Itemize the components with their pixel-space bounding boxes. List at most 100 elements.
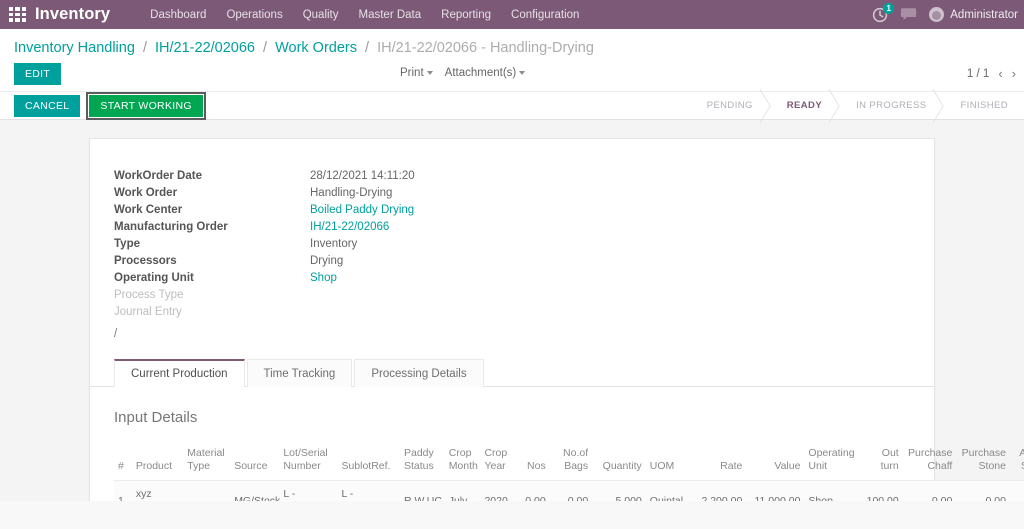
menu-item-dashboard[interactable]: Dashboard	[140, 2, 216, 28]
table-cell[interactable]: MG/Stock	[230, 481, 279, 501]
table-cell[interactable]: L - 0000031/5	[337, 481, 400, 501]
table-column-header[interactable]: Crop Month	[445, 442, 481, 481]
table-column-header[interactable]: Operating Unit	[804, 442, 858, 481]
table-column-header[interactable]: Rate	[693, 442, 747, 481]
form-fields-group: WorkOrder Date28/12/2021 14:11:20Work Or…	[90, 139, 934, 340]
apps-grid-icon[interactable]	[9, 7, 26, 22]
table-column-header[interactable]: Actual Stone	[1010, 442, 1024, 481]
start-working-highlight: Start Working	[86, 92, 205, 120]
table-column-header[interactable]: Product	[132, 442, 183, 481]
edit-button[interactable]: Edit	[14, 63, 61, 85]
top-navbar: Inventory Dashboard Operations Quality M…	[0, 0, 1024, 29]
status-ready[interactable]: Ready	[769, 92, 838, 119]
table-cell[interactable]: 0.00	[516, 481, 550, 501]
field-value[interactable]: Shop	[310, 269, 415, 286]
field-value-link[interactable]: IH/21-22/02066	[310, 221, 389, 233]
form-field-row: Process Type	[114, 286, 415, 303]
field-value: Handling-Drying	[310, 184, 415, 201]
avatar	[929, 7, 944, 22]
chevron-left-icon[interactable]: ‹	[998, 66, 1002, 81]
table-cell[interactable]: 0.00	[903, 481, 957, 501]
field-value-link[interactable]: Boiled Paddy Drying	[310, 204, 414, 216]
table-cell[interactable]: 0.00	[550, 481, 592, 501]
table-column-header[interactable]: Quantity	[592, 442, 646, 481]
table-cell[interactable]: R.W.UC	[400, 481, 445, 501]
field-label: Manufacturing Order	[114, 218, 310, 235]
table-column-header[interactable]: UOM	[646, 442, 693, 481]
table-cell[interactable]: 11,000.00	[746, 481, 804, 501]
clock-icon[interactable]: 1	[872, 7, 888, 23]
breadcrumb-item-current: IH/21-22/02066 - Handling-Drying	[377, 40, 594, 56]
table-cell[interactable]: July	[445, 481, 481, 501]
username-label: Administrator	[950, 9, 1018, 21]
table-column-header[interactable]: Out turn	[858, 442, 903, 481]
table-column-header[interactable]: Value	[746, 442, 804, 481]
table-cell[interactable]: Quintal	[646, 481, 693, 501]
table-column-header[interactable]: SublotRef.	[337, 442, 400, 481]
table-cell[interactable]: 2020	[480, 481, 516, 501]
table-cell[interactable]: Shop	[804, 481, 858, 501]
table-cell[interactable]: 5.000	[592, 481, 646, 501]
table-cell[interactable]: 2,200.00	[693, 481, 747, 501]
app-brand-title[interactable]: Inventory	[35, 5, 110, 24]
form-field-row: Journal Entry	[114, 303, 415, 320]
table-cell[interactable]: 1	[114, 481, 132, 501]
table-column-header[interactable]: Lot/Serial Number	[279, 442, 337, 481]
status-in-progress[interactable]: In Progress	[838, 92, 942, 119]
field-value[interactable]: Boiled Paddy Drying	[310, 201, 415, 218]
form-field-row: Operating UnitShop	[114, 269, 415, 286]
table-column-header[interactable]: Source	[230, 442, 279, 481]
attachments-dropdown[interactable]: Attachment(s)	[445, 67, 526, 79]
chat-bubble-icon[interactable]	[900, 7, 917, 22]
user-menu[interactable]: Administrator	[929, 7, 1018, 22]
field-value: Drying	[310, 252, 415, 269]
tab-time-tracking[interactable]: Time Tracking	[247, 359, 353, 387]
table-cell[interactable]: xyz paddy	[132, 481, 183, 501]
table-column-header[interactable]: No.of Bags	[550, 442, 592, 481]
table-row[interactable]: 1xyz paddy MG/StockL - 0000031L - 0000031…	[114, 481, 1024, 501]
table-column-header[interactable]: #	[114, 442, 132, 481]
table-column-header[interactable]: Paddy Status	[400, 442, 445, 481]
menu-item-configuration[interactable]: Configuration	[501, 2, 589, 28]
tab-bar: Current Production Time Tracking Process…	[90, 358, 934, 387]
print-dropdown[interactable]: Print	[400, 67, 433, 79]
breadcrumb-item-manufacturing-order[interactable]: IH/21-22/02066	[155, 40, 255, 56]
tab-pane-current-production: Input Details #ProductMaterial TypeSourc…	[90, 387, 934, 501]
control-panel-actions: Print Attachment(s)	[400, 67, 525, 79]
field-value-link[interactable]: Shop	[310, 272, 337, 284]
status-finished[interactable]: Finished	[942, 92, 1024, 119]
field-label: Type	[114, 235, 310, 252]
table-cell[interactable]	[183, 481, 230, 501]
table-header-row: #ProductMaterial TypeSourceLot/Serial Nu…	[114, 442, 1024, 481]
form-field-row: TypeInventory	[114, 235, 415, 252]
tab-processing-details[interactable]: Processing Details	[354, 359, 483, 387]
chevron-down-icon	[427, 71, 433, 75]
breadcrumb-separator: /	[263, 40, 267, 56]
input-details-table-scroll[interactable]: #ProductMaterial TypeSourceLot/Serial Nu…	[104, 442, 1024, 501]
tab-current-production[interactable]: Current Production	[114, 359, 245, 387]
field-value[interactable]: IH/21-22/02066	[310, 218, 415, 235]
field-value	[310, 303, 415, 320]
menu-item-reporting[interactable]: Reporting	[431, 2, 501, 28]
field-value	[310, 286, 415, 303]
menu-item-operations[interactable]: Operations	[216, 2, 292, 28]
table-cell[interactable]: 0.00	[956, 481, 1010, 501]
chevron-right-icon[interactable]: ›	[1012, 66, 1016, 81]
table-cell[interactable]: 100.00	[858, 481, 903, 501]
table-column-header[interactable]: Crop Year	[480, 442, 516, 481]
status-pending[interactable]: Pending	[689, 92, 769, 119]
breadcrumb-item-inventory-handling[interactable]: Inventory Handling	[14, 40, 135, 56]
table-column-header[interactable]: Material Type	[183, 442, 230, 481]
menu-item-quality[interactable]: Quality	[293, 2, 349, 28]
table-column-header[interactable]: Purchase Stone	[956, 442, 1010, 481]
form-field-row: Work CenterBoiled Paddy Drying	[114, 201, 415, 218]
start-working-button[interactable]: Start Working	[89, 95, 202, 117]
cancel-button[interactable]: Cancel	[14, 95, 80, 117]
table-column-header[interactable]: Nos	[516, 442, 550, 481]
field-label: Operating Unit	[114, 269, 310, 286]
table-cell[interactable]: 0.00	[1010, 481, 1024, 501]
table-cell[interactable]: L - 0000031	[279, 481, 337, 501]
menu-item-master-data[interactable]: Master Data	[349, 2, 432, 28]
table-column-header[interactable]: Purchase Chaff	[903, 442, 957, 481]
breadcrumb-item-work-orders[interactable]: Work Orders	[275, 40, 357, 56]
